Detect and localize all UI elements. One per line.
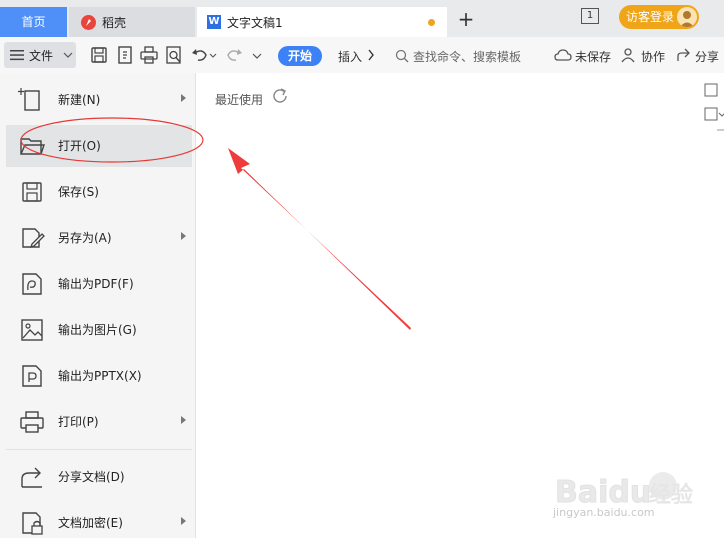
menu-item-export-image[interactable]: 输出为图片(G) [6,309,192,351]
new-tab-plus-icon[interactable]: + [455,8,477,30]
tab-home[interactable]: 首页 [0,7,67,37]
unsaved-dot-icon [428,19,435,26]
file-menu-button[interactable]: 文件 [4,42,76,68]
menu-item-label: 分享文档(D) [58,470,125,484]
collaborate-icon [621,48,635,63]
print-icon [20,411,44,433]
tab-bar: 首页 稻壳 W 文字文稿1 + 1 访客登录 [0,0,724,37]
menu-item-label: 打印(P) [58,415,99,429]
file-menu: 新建(N) 打开(O) 保存(S) 另存为(A) 输出为PDF(F) 输出为图片… [0,73,196,538]
watermark-brand: Baidu [555,475,651,510]
recent-files-title: 最近使用 [215,93,264,107]
watermark-brand-cn: 经验 [649,482,693,508]
export-pptx-icon [22,365,42,387]
menu-item-label: 输出为PDF(F) [58,277,134,291]
file-menu-label: 文件 [29,48,54,63]
share-icon [677,48,690,61]
submenu-arrow-icon [181,232,186,240]
more-dropdown-icon[interactable] [250,45,264,65]
guest-login-button[interactable]: 访客登录 [619,5,699,29]
toolbar: 文件 开始 插入 查找命令、搜索模板 未保存 协作 分享 [0,37,724,74]
encrypt-document-icon [22,512,43,535]
menu-item-share-document[interactable]: 分享文档(D) [6,456,192,498]
share-document-icon [21,467,42,488]
save-icon[interactable] [89,45,109,65]
menu-item-save[interactable]: 保存(S) [6,171,192,213]
tab-start[interactable]: 开始 [278,46,322,66]
menu-item-label: 另存为(A) [58,231,112,245]
menu-item-print[interactable]: 打印(P) [6,401,192,443]
share-button[interactable]: 分享 [695,48,719,65]
menu-item-export-pdf[interactable]: 输出为PDF(F) [6,263,192,305]
submenu-arrow-icon [181,94,186,102]
menu-item-label: 保存(S) [58,185,99,199]
menu-item-open[interactable]: 打开(O) [6,125,192,167]
page-indicator[interactable]: 1 [581,8,599,24]
menu-divider [6,449,192,450]
submenu-arrow-icon [181,416,186,424]
undo-icon[interactable] [190,45,210,65]
refresh-icon[interactable] [271,87,289,105]
watermark-url: jingyan.baidu.com [553,506,655,519]
save-as-icon [22,228,45,249]
document-edge-controls [704,83,724,131]
menu-item-label: 输出为图片(G) [58,323,137,337]
submenu-arrow-icon [181,517,186,525]
save-icon [22,182,42,202]
tab-document[interactable]: W 文字文稿1 [197,7,447,37]
tab-daoke-label: 稻壳 [102,15,127,30]
redo-icon[interactable] [224,45,244,65]
search-icon [395,49,409,63]
avatar-icon [677,7,697,27]
collaborate-button[interactable]: 协作 [641,48,665,65]
cloud-icon [554,49,572,61]
baidu-jingyan-watermark: Baidu 经验 [555,472,693,511]
new-document-icon [18,88,40,111]
export-pdf-icon[interactable] [115,45,135,65]
hamburger-icon [10,50,24,61]
daoke-logo-icon [81,14,96,30]
command-search-placeholder: 查找命令、搜索模板 [413,49,522,64]
menu-item-label: 打开(O) [58,139,101,153]
open-folder-icon [20,138,45,155]
print-preview-icon[interactable] [164,45,184,65]
export-image-icon [21,319,43,341]
menu-item-export-pptx[interactable]: 输出为PPTX(X) [6,355,192,397]
menu-item-label: 新建(N) [58,93,101,107]
tab-daoke[interactable]: 稻壳 [69,7,195,37]
menu-item-new[interactable]: 新建(N) [6,79,192,121]
undo-dropdown-icon[interactable] [208,45,218,65]
menu-item-label: 输出为PPTX(X) [58,369,142,383]
command-search[interactable]: 查找命令、搜索模板 [395,47,521,65]
export-pdf-icon [22,273,42,295]
unsaved-status[interactable]: 未保存 [575,48,611,65]
chevron-down-icon [63,52,73,58]
tab-insert[interactable]: 插入 [338,48,362,65]
chevron-right-icon[interactable] [365,47,377,63]
print-icon[interactable] [139,45,159,65]
menu-item-save-as[interactable]: 另存为(A) [6,217,192,259]
guest-login-label: 访客登录 [626,10,675,24]
tab-document-label: 文字文稿1 [227,15,283,30]
writer-doc-icon: W [207,15,221,29]
